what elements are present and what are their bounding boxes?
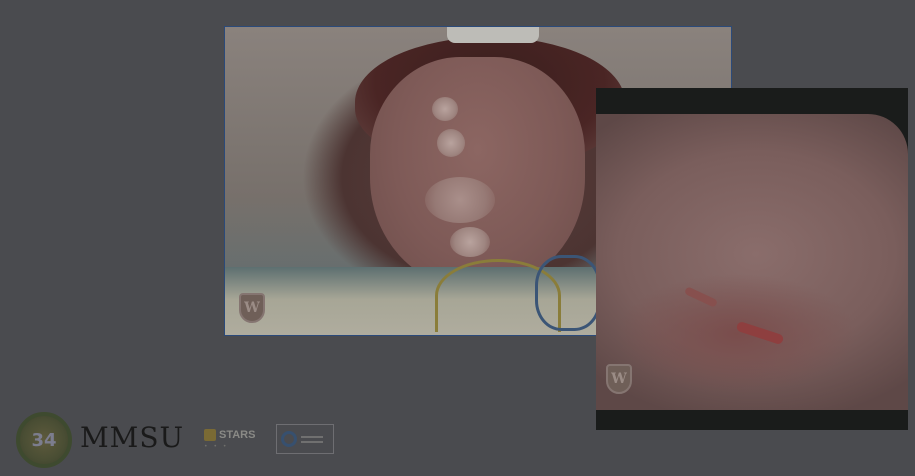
tongue-lesion bbox=[425, 177, 495, 223]
mucosa-lesion-photo: W bbox=[596, 88, 908, 430]
accreditation-ring-icon bbox=[281, 431, 297, 447]
cloth-pattern bbox=[535, 255, 601, 331]
tongue-lesion bbox=[450, 227, 490, 257]
accreditation-lines bbox=[301, 435, 323, 443]
mucosa-tissue bbox=[596, 114, 908, 410]
stars-badge-dots: • • • bbox=[204, 442, 229, 450]
university-seal-logo: 34 bbox=[16, 412, 72, 468]
seal-text: 34 bbox=[31, 429, 57, 451]
accreditation-badge bbox=[276, 424, 334, 454]
upper-teeth bbox=[447, 27, 539, 43]
watermark-crest-icon: W bbox=[606, 364, 632, 394]
slide-canvas: W W 34 MMSU STARS • • • bbox=[0, 0, 915, 476]
tongue-lesion bbox=[432, 97, 458, 121]
stars-badge-title: STARS bbox=[219, 428, 256, 441]
stars-badge: STARS • • • bbox=[204, 424, 264, 454]
tongue-lesion bbox=[437, 129, 465, 157]
stars-badge-icon bbox=[204, 428, 216, 441]
brand-name: MMSU bbox=[80, 421, 185, 454]
watermark-crest-icon: W bbox=[239, 293, 265, 323]
